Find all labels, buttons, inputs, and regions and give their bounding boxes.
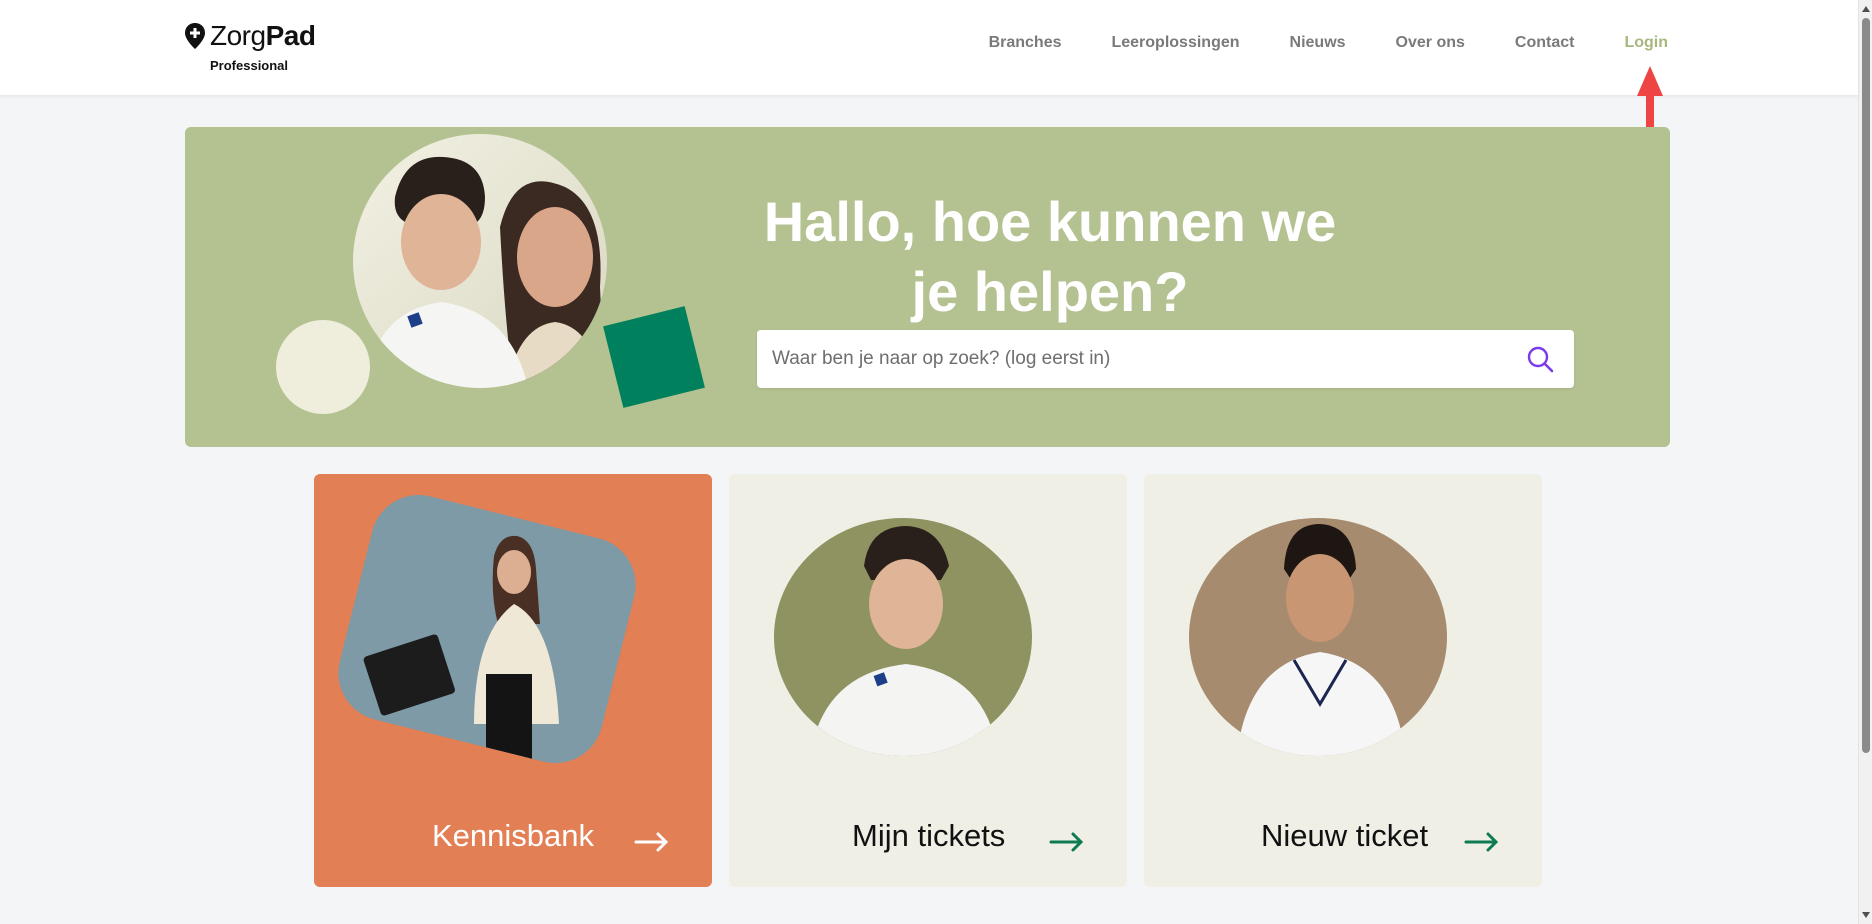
main-nav: Branches Leeroplossingen Nieuws Over ons… [989,34,1668,52]
card-kennisbank-label: Kennisbank [432,818,595,853]
kennisbank-photo [338,494,636,774]
card-nieuw-ticket[interactable]: Nieuw ticket [1144,474,1542,887]
arrow-right-icon [634,832,669,852]
hero-photo-team [353,134,607,388]
search-input[interactable] [772,330,1512,388]
site-header: ZorgPad Professional Branches Leeroploss… [0,0,1858,95]
scroll-down-icon[interactable] [1862,912,1870,918]
nieuw-ticket-photo [1189,518,1447,756]
nav-contact[interactable]: Contact [1515,34,1575,52]
logo-word-light: Zorg [210,20,266,51]
page: ZorgPad Professional Branches Leeroploss… [0,0,1872,924]
nav-leeroplossingen[interactable]: Leeroplossingen [1111,34,1239,52]
scrollbar-thumb[interactable] [1862,18,1870,753]
hero-banner: Hallo, hoe kunnen we je helpen? [185,127,1670,447]
page-scrollbar[interactable] [1858,0,1872,924]
zorgpad-logo[interactable]: ZorgPad Professional [184,20,324,76]
nav-nieuws[interactable]: Nieuws [1290,34,1346,52]
decor-circle-cream [276,320,370,414]
search-icon[interactable] [1526,345,1554,373]
hero-title: Hallo, hoe kunnen we je helpen? [763,190,1337,323]
nav-over-ons[interactable]: Over ons [1396,34,1465,52]
logo-word-bold: Pad [265,20,316,51]
nav-branches[interactable]: Branches [989,34,1062,52]
card-mijn-tickets-label: Mijn tickets [852,818,1006,853]
hero-illustration [276,134,705,414]
nav-login[interactable]: Login [1624,34,1668,52]
search-bar [757,330,1574,388]
logo-subtitle: Professional [210,58,289,73]
arrow-right-icon [1049,832,1084,852]
decor-square-green [603,306,705,408]
location-pin-icon [185,23,205,49]
arrow-right-icon [1464,832,1499,852]
card-nieuw-ticket-label: Nieuw ticket [1261,818,1429,853]
card-mijn-tickets[interactable]: Mijn tickets [729,474,1127,887]
mijn-tickets-photo [774,518,1032,756]
logo-wordmark: ZorgPad [210,20,316,52]
card-kennisbank[interactable]: Kennisbank [314,474,712,887]
scroll-up-icon[interactable] [1862,6,1870,12]
